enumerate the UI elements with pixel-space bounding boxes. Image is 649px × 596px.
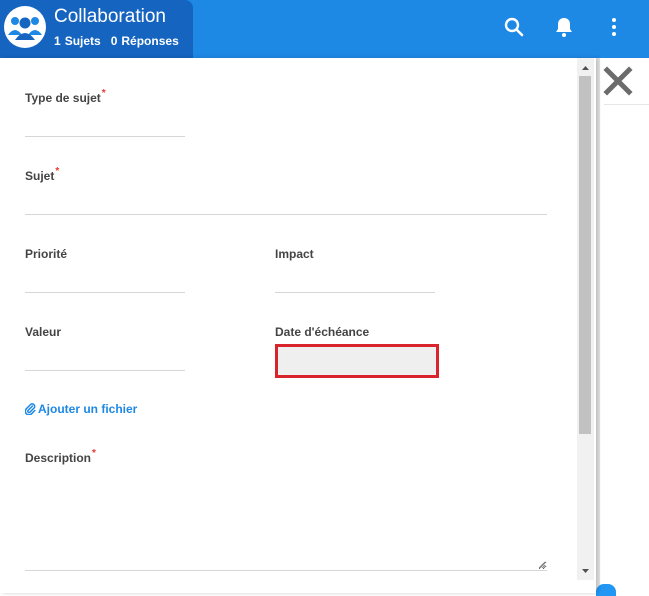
background-card	[600, 58, 649, 593]
impact-input[interactable]	[275, 270, 435, 293]
value-label: Valeur	[25, 325, 62, 339]
priority-input[interactable]	[25, 270, 185, 293]
attach-file-label: Ajouter un fichier	[38, 402, 138, 416]
paperclip-icon	[24, 403, 36, 416]
header-counts: 1 Sujets 0 Réponses	[54, 34, 183, 48]
resize-grip-icon[interactable]	[538, 561, 546, 569]
scroll-up-arrow-icon[interactable]	[577, 60, 594, 76]
description-textarea[interactable]	[25, 476, 547, 571]
app-header: Collaboration 1 Sujets 0 Réponses	[0, 0, 649, 58]
app-title: Collaboration	[54, 6, 166, 27]
close-icon[interactable]	[603, 66, 633, 96]
priority-label: Priorité	[25, 247, 68, 261]
scrollbar[interactable]	[577, 58, 594, 580]
header-title-tab: Collaboration 1 Sujets 0 Réponses	[0, 0, 193, 58]
required-mark: *	[101, 88, 106, 99]
subject-label: Sujet*	[25, 166, 60, 183]
required-mark: *	[92, 448, 96, 459]
more-vert-icon[interactable]	[602, 15, 626, 39]
search-icon[interactable]	[502, 15, 526, 39]
collaboration-users-icon	[4, 6, 46, 48]
subjects-label: Sujets	[64, 34, 101, 48]
divider	[604, 104, 649, 105]
description-label: Description*	[25, 448, 96, 465]
floating-button-edge[interactable]	[596, 584, 616, 596]
subject-type-input[interactable]	[25, 114, 185, 137]
replies-count: 0	[110, 34, 118, 48]
value-input[interactable]	[25, 348, 185, 371]
due-date-label: Date d'échéance	[275, 325, 370, 339]
due-date-input[interactable]	[275, 344, 439, 378]
impact-label: Impact	[275, 247, 314, 261]
replies-label: Réponses	[121, 34, 179, 48]
bell-icon[interactable]	[552, 15, 576, 39]
scrollbar-thumb[interactable]	[579, 76, 591, 434]
subject-type-label: Type de sujet*	[25, 88, 106, 105]
new-subject-form: Type de sujet* Sujet* Priorité Impact Va…	[0, 58, 596, 593]
subjects-count: 1	[54, 34, 61, 48]
attach-file-link[interactable]: Ajouter un fichier	[24, 402, 138, 416]
scroll-down-arrow-icon[interactable]	[577, 563, 594, 579]
subject-input[interactable]	[25, 192, 547, 215]
required-mark: *	[55, 166, 60, 177]
